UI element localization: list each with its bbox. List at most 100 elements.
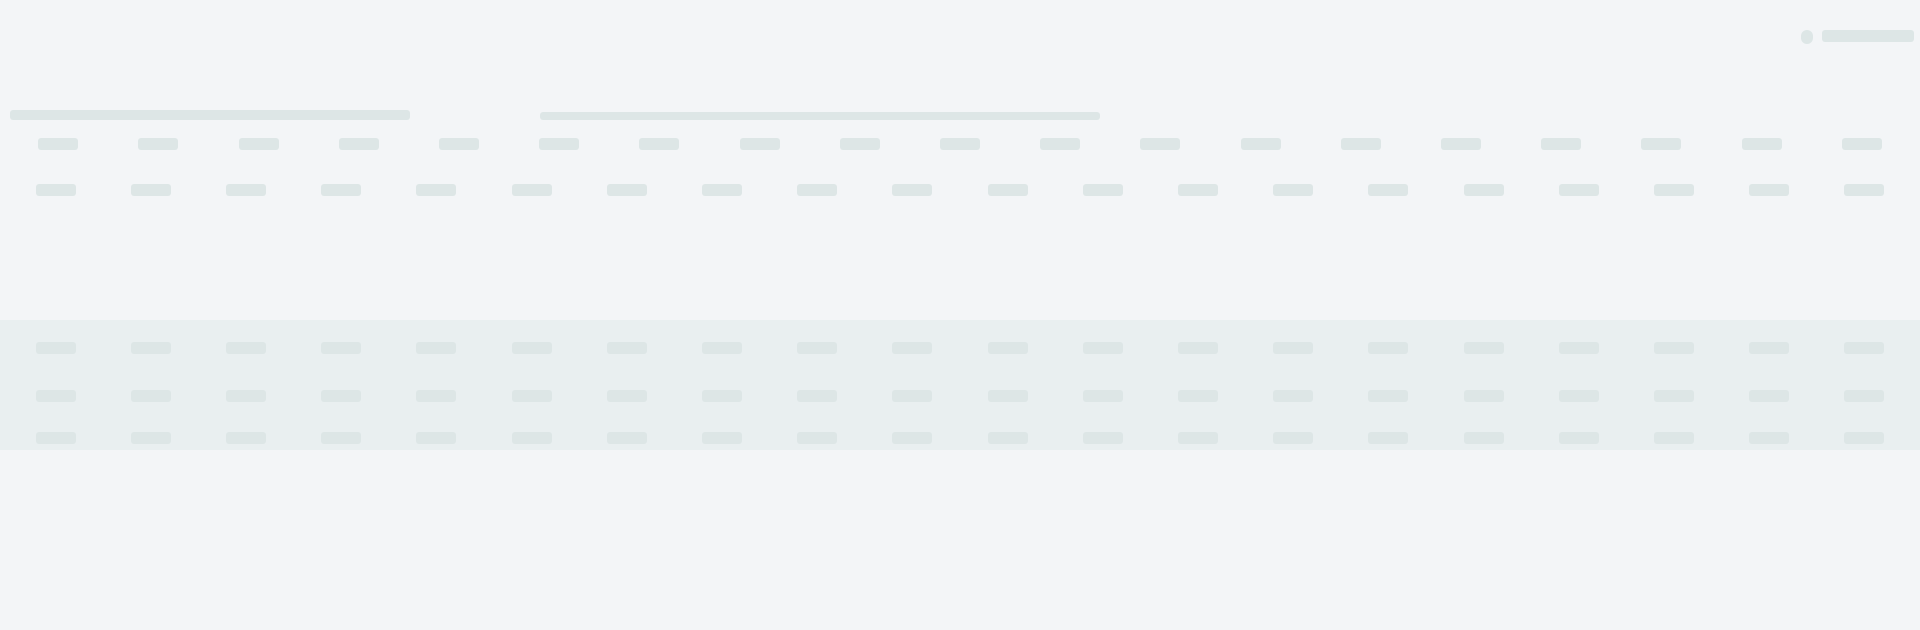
skeleton-block (987, 432, 1028, 444)
skeleton-cell (294, 390, 389, 402)
skeleton-cell (1626, 390, 1721, 402)
skeleton-block (130, 184, 171, 196)
skeleton-cell (389, 432, 484, 444)
skeleton-cell (389, 184, 484, 196)
skeleton-block (321, 184, 362, 196)
table-row-placeholder (8, 342, 1912, 354)
skeleton-cell (1817, 390, 1912, 402)
skeleton-block (35, 390, 76, 402)
skeleton-cell (960, 184, 1055, 196)
skeleton-block (1844, 390, 1885, 402)
skeleton-block (1749, 432, 1790, 444)
skeleton-block (1082, 432, 1123, 444)
subtitle-placeholder (540, 112, 1100, 120)
skeleton-block (38, 138, 79, 150)
skeleton-block (1368, 342, 1409, 354)
skeleton-cell (770, 184, 865, 196)
skeleton-cell (810, 138, 910, 150)
skeleton-cell (770, 342, 865, 354)
table-header-placeholder (8, 138, 1912, 150)
skeleton-cell (609, 138, 709, 150)
skeleton-block (238, 138, 279, 150)
skeleton-block (1178, 184, 1219, 196)
skeleton-cell (8, 138, 108, 150)
skeleton-block (1558, 184, 1599, 196)
skeleton-cell (1246, 184, 1341, 196)
skeleton-cell (579, 390, 674, 402)
skeleton-block (1741, 138, 1782, 150)
skeleton-cell (1436, 342, 1531, 354)
skeleton-block (639, 138, 680, 150)
skeleton-block (416, 432, 457, 444)
skeleton-block (130, 390, 171, 402)
skeleton-block (511, 432, 552, 444)
skeleton-block (1368, 432, 1409, 444)
skeleton-block (1273, 390, 1314, 402)
skeleton-block (1841, 138, 1882, 150)
skeleton-cell (389, 342, 484, 354)
skeleton-cell (865, 342, 960, 354)
skeleton-cell (389, 390, 484, 402)
skeleton-block (606, 432, 647, 444)
skeleton-cell (1722, 184, 1817, 196)
skeleton-cell (108, 138, 208, 150)
skeleton-cell (1511, 138, 1611, 150)
skeleton-cell (484, 432, 579, 444)
skeleton-cell (579, 184, 674, 196)
skeleton-cell (1436, 184, 1531, 196)
skeleton-block (702, 184, 743, 196)
skeleton-cell (1341, 432, 1436, 444)
skeleton-block (1654, 184, 1695, 196)
skeleton-cell (1817, 184, 1912, 196)
skeleton-block (1082, 184, 1123, 196)
skeleton-cell (1311, 138, 1411, 150)
skeleton-cell (484, 390, 579, 402)
skeleton-cell (294, 432, 389, 444)
skeleton-block (939, 138, 980, 150)
skeleton-cell (1722, 390, 1817, 402)
skeleton-block (338, 138, 379, 150)
skeleton-block (1340, 138, 1381, 150)
skeleton-block (606, 390, 647, 402)
skeleton-block (839, 138, 880, 150)
skeleton-block (511, 390, 552, 402)
skeleton-block (606, 342, 647, 354)
skeleton-block (1140, 138, 1181, 150)
skeleton-block (1844, 342, 1885, 354)
skeleton-block (1463, 184, 1504, 196)
skeleton-cell (1246, 342, 1341, 354)
skeleton-cell (1531, 432, 1626, 444)
skeleton-cell (1626, 184, 1721, 196)
skeleton-cell (309, 138, 409, 150)
skeleton-block (1440, 138, 1481, 150)
skeleton-cell (1055, 184, 1150, 196)
skeleton-block (1749, 342, 1790, 354)
skeleton-cell (1210, 138, 1310, 150)
skeleton-cell (579, 432, 674, 444)
skeleton-block (892, 432, 933, 444)
skeleton-block (987, 342, 1028, 354)
skeleton-block (739, 138, 780, 150)
skeleton-block (511, 184, 552, 196)
skeleton-block (797, 184, 838, 196)
table-row-placeholder (8, 390, 1912, 402)
skeleton-block (892, 342, 933, 354)
section-title-placeholder (10, 110, 410, 120)
skeleton-cell (1531, 184, 1626, 196)
skeleton-cell (103, 184, 198, 196)
skeleton-cell (960, 342, 1055, 354)
skeleton-block (892, 184, 933, 196)
skeleton-cell (208, 138, 308, 150)
skeleton-block (226, 184, 266, 196)
skeleton-block (226, 390, 266, 402)
skeleton-cell (1010, 138, 1110, 150)
skeleton-block (1273, 432, 1314, 444)
skeleton-cell (579, 342, 674, 354)
skeleton-cell (1722, 432, 1817, 444)
skeleton-block (702, 342, 743, 354)
skeleton-block (1082, 342, 1123, 354)
skeleton-block (416, 342, 457, 354)
skeleton-block (226, 432, 266, 444)
skeleton-block (416, 184, 457, 196)
skeleton-cell (910, 138, 1010, 150)
